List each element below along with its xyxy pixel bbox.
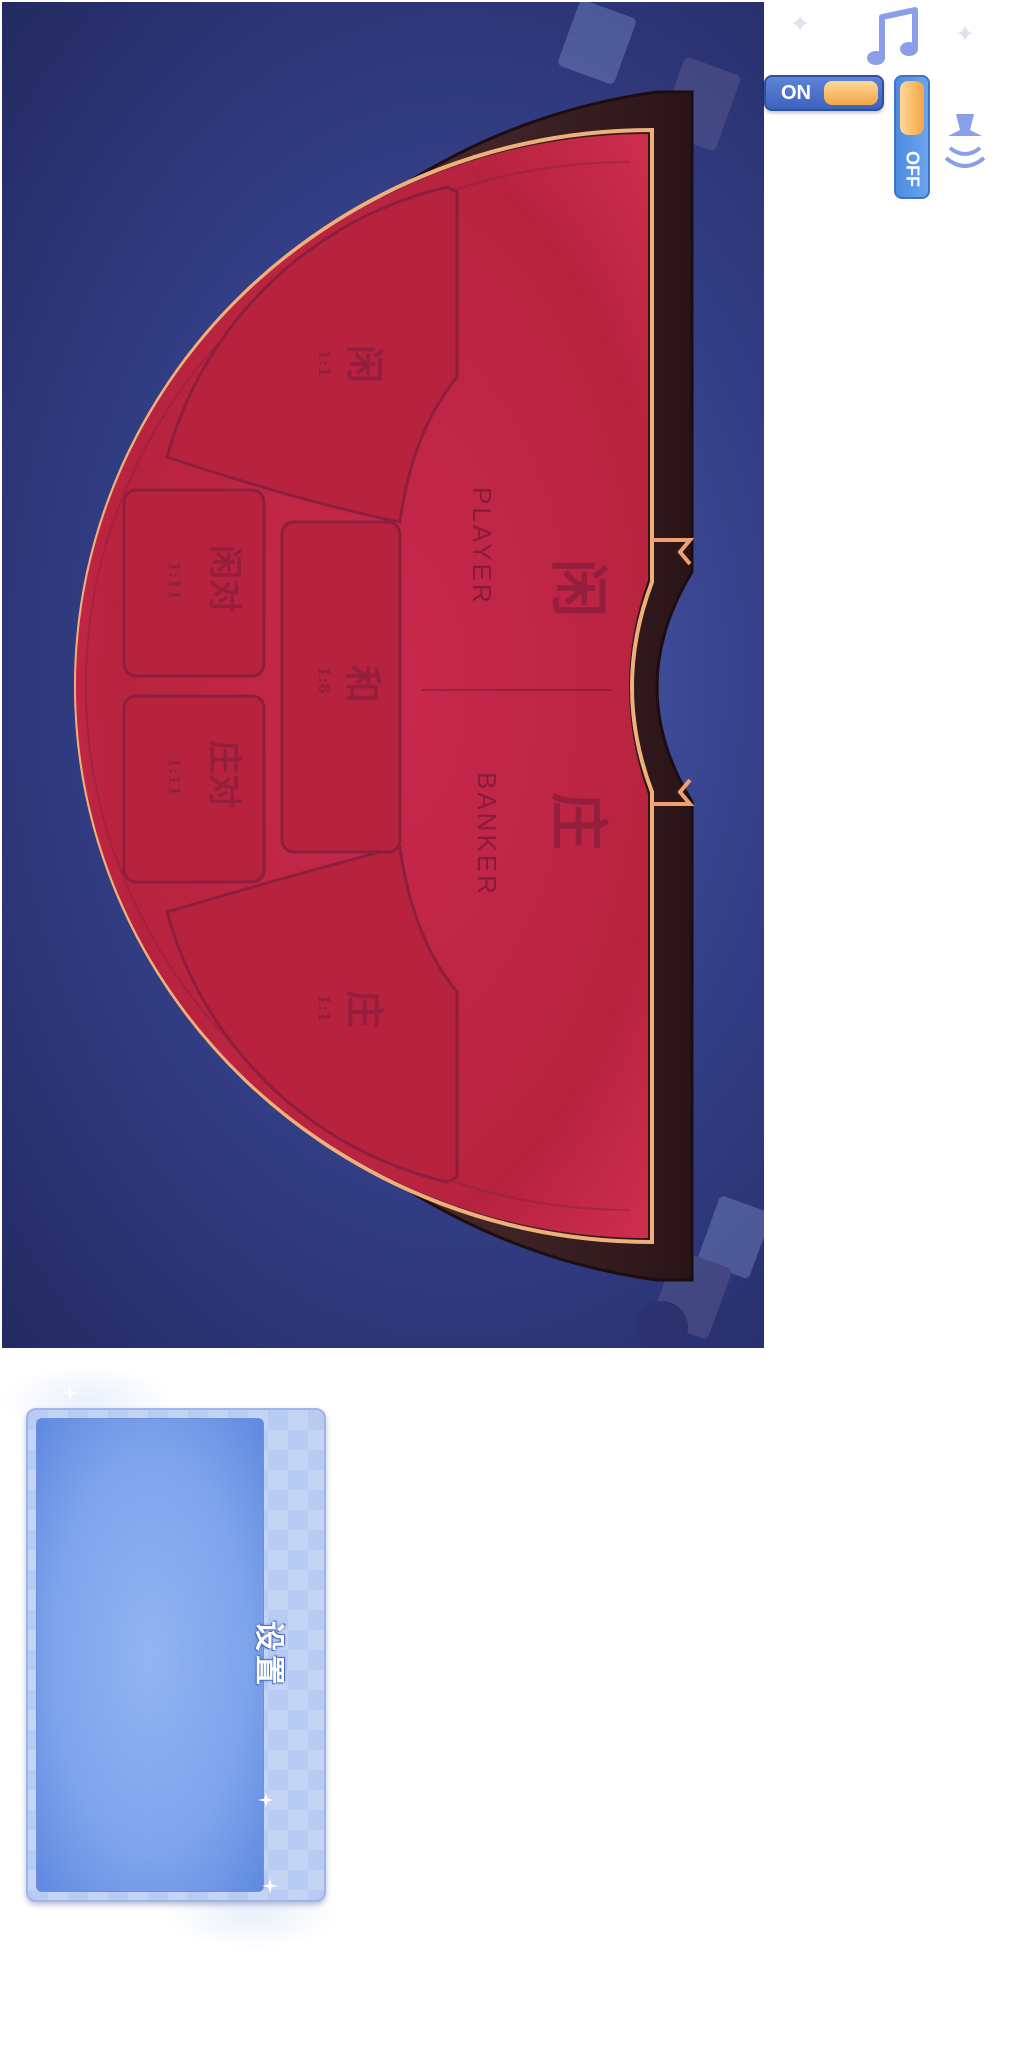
player-english-label: PLAYER — [467, 487, 497, 606]
off-toggle[interactable]: OFF — [894, 75, 930, 199]
music-note-icon[interactable] — [860, 2, 930, 72]
baccarat-table: 闲 PLAYER 庄 BANKER 闲 1:1 闲对 1:11 和 1:8 庄对… — [2, 2, 764, 1348]
zone-banker-pair-odds: 1:11 — [165, 757, 184, 797]
banker-english-label: BANKER — [472, 772, 502, 897]
on-toggle[interactable]: ON — [764, 75, 884, 111]
toggle-knob[interactable] — [824, 81, 878, 105]
banker-main-label: 庄 — [544, 792, 612, 851]
speaker-icon[interactable] — [940, 108, 990, 178]
zone-player-label[interactable]: 闲 — [342, 345, 387, 389]
zone-banker-label[interactable]: 庄 — [342, 990, 387, 1034]
zone-banker-pair-label[interactable]: 庄对 — [204, 740, 244, 820]
sprite-atlas: 闲 PLAYER 庄 BANKER 闲 1:1 闲对 1:11 和 1:8 庄对… — [0, 0, 1024, 2048]
decor-glyph: ✦ — [790, 10, 811, 38]
dialog-title: 设置 — [251, 1621, 286, 1689]
player-main-label: 闲 — [544, 559, 612, 618]
zone-tie-odds: 1:8 — [315, 666, 334, 695]
zone-banker-odds: 1:1 — [315, 994, 334, 1023]
decor-glyph: ✦ — [955, 20, 976, 48]
zone-player-odds: 1:1 — [315, 349, 334, 378]
sparkle-icon — [262, 1878, 278, 1894]
on-label: ON — [781, 82, 811, 104]
sparkle-icon — [258, 1792, 274, 1808]
toggle-knob[interactable] — [900, 81, 924, 135]
zone-player-pair-odds: 1:11 — [165, 561, 184, 601]
zone-tie-label[interactable]: 和 — [340, 665, 385, 709]
off-label: OFF — [902, 151, 923, 187]
zone-player-pair-label[interactable]: 闲对 — [204, 545, 244, 625]
dialog-content-panel — [36, 1418, 264, 1892]
sparkle-icon — [62, 1385, 78, 1401]
